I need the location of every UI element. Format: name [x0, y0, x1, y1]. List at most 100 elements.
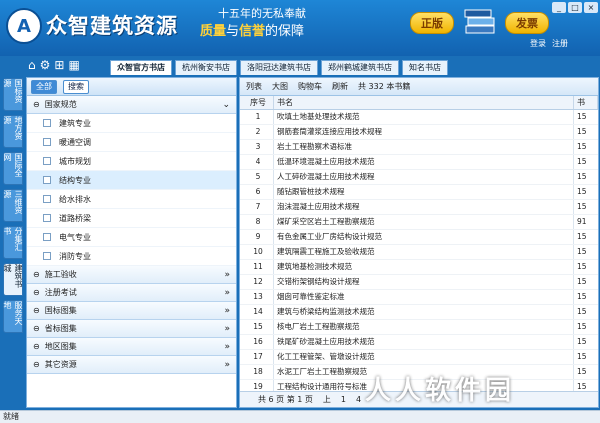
category-label: 建筑专业: [59, 118, 91, 128]
vtab[interactable]: 建筑书城: [3, 263, 23, 296]
table-row[interactable]: 11 建筑地基检测技术规范 15: [240, 260, 598, 275]
row-no: 9: [240, 230, 274, 244]
bigicon-view-button[interactable]: 大图: [272, 81, 288, 92]
table-row[interactable]: 10 建筑隔震工程施工及验收规范 15: [240, 245, 598, 260]
col-no[interactable]: 序号: [240, 96, 274, 109]
minimize-icon[interactable]: _: [552, 2, 566, 13]
table-row[interactable]: 2 钢筋套筒灌浆连接应用技术规程 15: [240, 125, 598, 140]
table-row[interactable]: 7 泡沫混凝土应用技术规程 15: [240, 200, 598, 215]
category-group[interactable]: ⊖ 其它资源 »: [27, 356, 236, 374]
store-tab[interactable]: 知名书店: [402, 60, 448, 75]
category-group[interactable]: ⊖ 国标图集 »: [27, 302, 236, 320]
category-toolbar: 全部 搜索: [27, 78, 236, 96]
vtab[interactable]: 分集汇书: [3, 226, 23, 259]
search-button[interactable]: 搜索: [63, 79, 89, 94]
category-label: 结构专业: [59, 175, 91, 185]
store-tab[interactable]: 郑州鹤城建筑书店: [321, 60, 399, 75]
home-icon[interactable]: ⌂: [28, 58, 36, 72]
chevron-icon: »: [224, 287, 230, 298]
table-row[interactable]: 4 低温环境混凝土应用技术规范 15: [240, 155, 598, 170]
books-icon: [464, 9, 495, 34]
row-no: 14: [240, 305, 274, 319]
table-row[interactable]: 6 随钻跟管桩技术规程 15: [240, 185, 598, 200]
table-row[interactable]: 5 人工碎砂混凝土应用技术规程 15: [240, 170, 598, 185]
row-title: 吹填土地基处理技术规范: [274, 110, 574, 124]
category-item[interactable]: 电气专业: [27, 228, 236, 247]
store-tab[interactable]: 杭州衡安书店: [175, 60, 237, 75]
watermark: 人人软件园: [365, 376, 516, 406]
vtab[interactable]: 地方资源: [3, 115, 23, 148]
page-1[interactable]: 1: [341, 395, 346, 404]
table-row[interactable]: 1 吹填土地基处理技术规范 15: [240, 110, 598, 125]
table-row[interactable]: 3 岩土工程勘察术语标准 15: [240, 140, 598, 155]
store-tab[interactable]: 洛阳冠达建筑书店: [240, 60, 318, 75]
gear-icon[interactable]: ⚙: [40, 58, 51, 72]
cart-button[interactable]: 购物车: [298, 81, 322, 92]
table-row[interactable]: 9 有色金属工业厂房结构设计规范 15: [240, 230, 598, 245]
group-label: 地区图集: [44, 342, 77, 351]
row-extra: 15: [577, 367, 587, 376]
page-4[interactable]: 4: [356, 395, 361, 404]
list-view-button[interactable]: 列表: [246, 81, 262, 92]
row-title: 煤矿采空区岩土工程勘察规范: [274, 215, 574, 229]
category-group[interactable]: ⊖ 施工验收 »: [27, 266, 236, 284]
close-icon[interactable]: ×: [584, 2, 598, 13]
row-extra: 91: [577, 217, 587, 226]
row-extra: 15: [577, 337, 587, 346]
book-count: 共 332 本书籍: [358, 82, 411, 91]
vtab[interactable]: 国标资源: [3, 78, 23, 111]
maximize-icon[interactable]: □: [568, 2, 582, 13]
category-item[interactable]: 城市规划: [27, 152, 236, 171]
table-row[interactable]: 17 化工工程管架、管墩设计规范 15: [240, 350, 598, 365]
grid-icon[interactable]: ▦: [68, 58, 79, 72]
category-group[interactable]: ⊖ 注册考试 »: [27, 284, 236, 302]
register-link[interactable]: 注册: [552, 38, 568, 49]
table-row[interactable]: 15 核电厂岩土工程勘察规范 15: [240, 320, 598, 335]
table-row[interactable]: 13 烟囱可靠性鉴定标准 15: [240, 290, 598, 305]
table-row[interactable]: 16 铁尾矿砂混凝土应用技术规范 15: [240, 335, 598, 350]
col-name[interactable]: 书名: [274, 96, 574, 109]
category-group[interactable]: ⊖ 地区图集 »: [27, 338, 236, 356]
vtab[interactable]: 服务天地: [3, 300, 23, 333]
vtab[interactable]: 国际全网: [3, 152, 23, 185]
row-no: 8: [240, 215, 274, 229]
category-item[interactable]: 给水排水: [27, 190, 236, 209]
category-item[interactable]: 暖通空调: [27, 133, 236, 152]
brand-name: 众智建筑资源: [46, 14, 178, 38]
expand-icon: ⊖: [33, 342, 40, 351]
row-title: 人工碎砂混凝土应用技术规程: [274, 170, 574, 184]
row-title: 岩土工程勘察术语标准: [274, 140, 574, 154]
row-no: 10: [240, 245, 274, 259]
prev-page[interactable]: 上: [323, 394, 331, 405]
table-row[interactable]: 12 交错桁架钢结构设计规程 15: [240, 275, 598, 290]
table-row[interactable]: 14 建筑与桥梁结构监测技术规范 15: [240, 305, 598, 320]
book-icon: [43, 157, 51, 165]
category-item[interactable]: 道路桥梁: [27, 209, 236, 228]
category-item[interactable]: 消防专业: [27, 247, 236, 266]
login-link[interactable]: 登录: [530, 38, 546, 49]
col-x[interactable]: 书: [574, 96, 598, 109]
row-no: 17: [240, 350, 274, 364]
all-button[interactable]: 全部: [31, 79, 57, 94]
vtab[interactable]: 三维资源: [3, 189, 23, 222]
category-group[interactable]: ⊖ 省标图集 »: [27, 320, 236, 338]
row-no: 4: [240, 155, 274, 169]
group-label: 国标图集: [44, 306, 77, 315]
add-icon[interactable]: ⊞: [54, 58, 64, 72]
row-no: 1: [240, 110, 274, 124]
store-tab[interactable]: 众智官方书店: [110, 60, 172, 75]
category-item[interactable]: 建筑专业: [27, 114, 236, 133]
table-row[interactable]: 8 煤矿采空区岩土工程勘察规范 91: [240, 215, 598, 230]
row-extra: 15: [577, 292, 587, 301]
category-group[interactable]: ⊖ 国家规范 ⌄: [27, 96, 236, 114]
invoice-button[interactable]: 发票: [505, 12, 549, 34]
group-label: 注册考试: [44, 288, 77, 297]
row-extra: 15: [577, 322, 587, 331]
vertical-tabs: 国标资源 地方资源 国际全网 三维资源 分集汇书 建筑书城 服务天地: [3, 78, 25, 408]
genuine-button[interactable]: 正版: [410, 12, 454, 34]
category-item[interactable]: 结构专业: [27, 171, 236, 190]
row-extra: 15: [577, 172, 587, 181]
row-no: 12: [240, 275, 274, 289]
row-title: 建筑地基检测技术规范: [274, 260, 574, 274]
refresh-button[interactable]: 刷新: [332, 81, 348, 92]
